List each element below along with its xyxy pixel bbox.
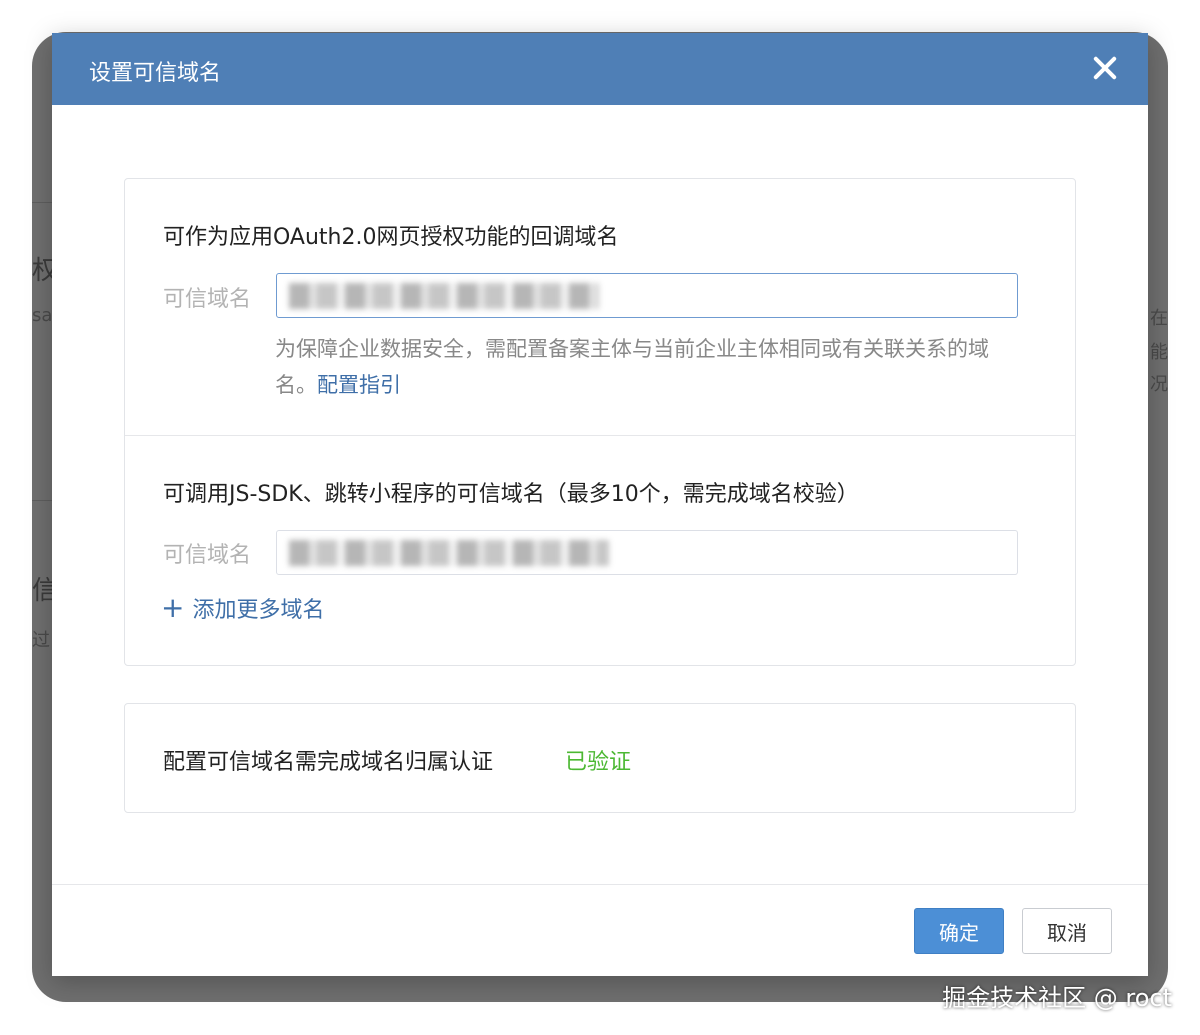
close-icon[interactable] (1088, 51, 1122, 85)
oauth-hint: 为保障企业数据安全，需配置备案主体与当前企业主体相同或有关联关系的域名。配置指引 (275, 331, 1025, 403)
oauth-section-title: 可作为应用OAuth2.0网页授权功能的回调域名 (163, 225, 619, 250)
jssdk-field-label: 可信域名 (163, 543, 252, 568)
add-more-label: 添加更多域名 (192, 598, 325, 623)
bg-divider (32, 202, 52, 203)
trusted-domain-dialog: 设置可信域名 可作为应用OAuth2.0网页授权功能的回调域名 可信域名 为保障… (52, 33, 1148, 976)
blurred-domain-value (289, 283, 599, 309)
certification-label: 配置可信域名需完成域名归属认证 (163, 750, 494, 775)
oauth-field-label: 可信域名 (163, 287, 252, 312)
confirm-button[interactable]: 确定 (914, 908, 1004, 954)
verified-status: 已验证 (565, 750, 632, 775)
dialog-title: 设置可信域名 (89, 61, 222, 86)
bg-text-fragment: 况 (1150, 374, 1168, 395)
bg-text-fragment: sa (32, 305, 53, 326)
cancel-button[interactable]: 取消 (1022, 908, 1112, 954)
config-guide-link[interactable]: 配置指引 (317, 373, 401, 397)
bg-text-fragment: 在 (1150, 308, 1168, 329)
watermark: 掘金技术社区 @ roct (942, 984, 1172, 1012)
section-divider (125, 435, 1075, 436)
bg-text-fragment: 能 (1150, 342, 1168, 363)
certification-panel: 配置可信域名需完成域名归属认证 已验证 (124, 703, 1076, 813)
blurred-domain-value (289, 540, 609, 566)
bg-divider (32, 500, 52, 501)
jssdk-domain-input[interactable] (276, 530, 1018, 575)
dialog-header: 设置可信域名 (52, 33, 1148, 105)
plus-icon: + (161, 591, 185, 624)
add-more-domains-button[interactable]: + 添加更多域名 (161, 592, 324, 624)
bg-text-fragment: 过 (32, 630, 50, 651)
oauth-domain-input[interactable] (276, 273, 1018, 318)
footer-divider (52, 884, 1148, 885)
domain-settings-panel: 可作为应用OAuth2.0网页授权功能的回调域名 可信域名 为保障企业数据安全，… (124, 178, 1076, 666)
jssdk-section-title: 可调用JS-SDK、跳转小程序的可信域名（最多10个，需完成域名校验） (163, 482, 859, 507)
